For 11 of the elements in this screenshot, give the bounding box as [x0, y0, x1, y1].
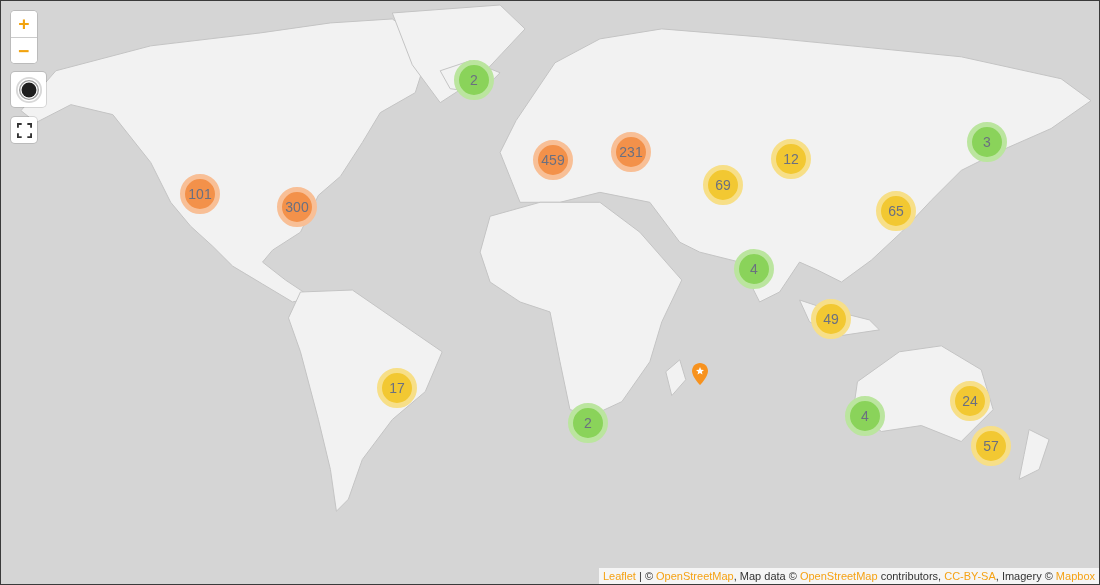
attribution-link[interactable]: CC-BY-SA: [944, 570, 996, 582]
attribution-link[interactable]: OpenStreetMap: [799, 570, 878, 582]
attribution-text: Leaflet | © OpenStreetMap, Map data © OpenStreetMap contributors, CC-BY-SA, Imagery © Mapbox: [598, 568, 1099, 584]
location-dot-icon: [14, 75, 43, 104]
attribution-link[interactable]: Leaflet: [602, 570, 636, 582]
fullscreen-button[interactable]: [11, 117, 37, 143]
locate-button[interactable]: [11, 72, 46, 107]
fullscreen-icon: [16, 122, 32, 138]
attribution-link[interactable]: OpenStreetMap: [656, 570, 734, 582]
zoom-out-button[interactable]: −: [11, 37, 37, 63]
attribution-link[interactable]: Mapbox: [1055, 570, 1095, 582]
